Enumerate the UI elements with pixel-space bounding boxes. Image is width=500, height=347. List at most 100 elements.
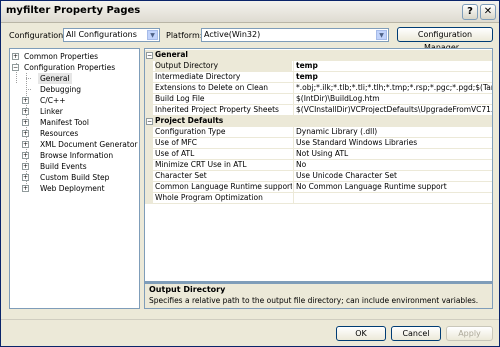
property-value[interactable]: Not Using ATL: [296, 149, 492, 159]
property-row-inherited-property-sheets[interactable]: Inherited Project Property Sheets $(VCIn…: [145, 105, 492, 116]
property-value[interactable]: $(IntDir)\BuildLog.htm: [296, 94, 492, 104]
expand-plus-icon[interactable]: +: [12, 53, 19, 60]
row-gutter: [145, 94, 153, 105]
column-divider: [293, 105, 294, 116]
configuration-manager-button[interactable]: Configuration Manager...: [397, 27, 493, 52]
column-divider: [293, 171, 294, 182]
configuration-label: Configuration:: [9, 31, 66, 40]
title-bar: myfilter Property Pages ? ✕: [1, 1, 499, 23]
property-row-minimize-crt[interactable]: Minimize CRT Use in ATL No: [145, 160, 492, 171]
property-row-intermediate-directory[interactable]: Intermediate Directory temp: [145, 72, 492, 83]
expand-plus-icon[interactable]: +: [22, 163, 29, 170]
expand-plus-icon[interactable]: +: [22, 141, 29, 148]
tree-item-label: Resources: [40, 129, 79, 138]
column-divider: [293, 72, 294, 83]
property-row-build-log-file[interactable]: Build Log File $(IntDir)\BuildLog.htm: [145, 94, 492, 105]
property-name: Output Directory: [155, 61, 292, 71]
column-divider: [293, 160, 294, 171]
property-value[interactable]: temp: [296, 61, 492, 71]
tree-item-label: Manifest Tool: [40, 118, 89, 127]
property-value[interactable]: $(VCInstallDir)VCProjectDefaults\Upgrade…: [296, 105, 492, 115]
tree-connector: [26, 89, 31, 90]
close-button[interactable]: ✕: [480, 4, 496, 20]
apply-button[interactable]: Apply: [446, 326, 493, 341]
collapse-minus-icon[interactable]: −: [146, 118, 153, 125]
property-value[interactable]: *.obj;*.ilk;*.tlb;*.tli;*.tlh;*.tmp;*.rs…: [296, 83, 492, 93]
platform-value: Active(Win32): [204, 30, 261, 39]
property-value[interactable]: Use Unicode Character Set: [296, 171, 492, 181]
property-value[interactable]: Use Standard Windows Libraries: [296, 138, 492, 148]
chevron-down-icon: ▼: [147, 30, 158, 40]
expand-plus-icon[interactable]: +: [22, 130, 29, 137]
collapse-minus-icon[interactable]: −: [146, 52, 153, 59]
property-value[interactable]: No: [296, 160, 492, 170]
expand-plus-icon[interactable]: +: [22, 185, 29, 192]
row-gutter: [145, 72, 153, 83]
category-row-general[interactable]: − General: [145, 50, 492, 61]
property-name: Configuration Type: [155, 127, 226, 136]
platform-dropdown[interactable]: Active(Win32) ▼: [201, 28, 389, 42]
expand-plus-icon[interactable]: +: [22, 97, 29, 104]
property-grid: − General Output Directory temp Intermed…: [144, 48, 493, 282]
property-row-configuration-type[interactable]: Configuration Type Dynamic Library (.dll…: [145, 127, 492, 138]
description-panel: Output Directory Specifies a relative pa…: [144, 282, 493, 309]
expand-plus-icon[interactable]: +: [22, 174, 29, 181]
divider: [1, 319, 499, 320]
column-divider: [293, 182, 294, 193]
help-button[interactable]: ?: [462, 4, 478, 20]
tree-item-label: General: [38, 73, 72, 84]
property-name: Build Log File: [155, 94, 205, 103]
tree-item-label: XML Document Generator: [40, 140, 138, 149]
property-value[interactable]: Dynamic Library (.dll): [296, 127, 492, 137]
row-gutter: [145, 138, 153, 149]
property-row-use-of-atl[interactable]: Use of ATL Not Using ATL: [145, 149, 492, 160]
collapse-minus-icon[interactable]: −: [12, 64, 19, 71]
row-gutter: [145, 149, 153, 160]
expand-plus-icon[interactable]: +: [22, 108, 29, 115]
property-name: Inherited Project Property Sheets: [155, 105, 279, 114]
description-text: Specifies a relative path to the output …: [149, 296, 479, 305]
property-name: Use of ATL: [155, 149, 195, 158]
property-tree: + Common Properties − Configuration Prop…: [9, 48, 140, 309]
configuration-dropdown[interactable]: All Configurations ▼: [63, 28, 160, 42]
property-name: Intermediate Directory: [155, 72, 241, 81]
tree-item-label: Custom Build Step: [40, 173, 110, 182]
column-divider: [293, 127, 294, 138]
row-gutter: [145, 193, 153, 204]
column-divider: [293, 61, 294, 72]
row-gutter: [145, 182, 153, 193]
configuration-bar: Configuration: All Configurations ▼ Plat…: [1, 27, 499, 52]
category-row-project-defaults[interactable]: − Project Defaults: [145, 116, 492, 127]
row-gutter: [145, 105, 153, 116]
property-pages-dialog: myfilter Property Pages ? ✕ Configuratio…: [0, 0, 500, 347]
cancel-button[interactable]: Cancel: [391, 326, 441, 341]
description-title: Output Directory: [149, 285, 226, 294]
property-row-use-of-mfc[interactable]: Use of MFC Use Standard Windows Librarie…: [145, 138, 492, 149]
column-divider: [293, 138, 294, 149]
row-gutter: [145, 127, 153, 138]
property-value[interactable]: temp: [296, 72, 492, 82]
property-row-output-directory[interactable]: Output Directory temp: [145, 61, 492, 72]
property-value[interactable]: No Common Language Runtime support: [296, 182, 492, 192]
configuration-value: All Configurations: [66, 30, 137, 39]
row-gutter: [145, 160, 153, 171]
tree-item-label: Browse Information: [40, 151, 114, 160]
window-title: myfilter Property Pages: [6, 5, 141, 16]
property-row-character-set[interactable]: Character Set Use Unicode Character Set: [145, 171, 492, 182]
chevron-down-icon: ▼: [376, 30, 387, 40]
property-row-whole-program-optimization[interactable]: Whole Program Optimization: [145, 193, 492, 204]
tree-connector: [26, 78, 31, 79]
ok-button[interactable]: OK: [336, 326, 386, 341]
property-row-clr-support[interactable]: Common Language Runtime support No Commo…: [145, 182, 492, 193]
platform-label: Platform:: [166, 31, 203, 40]
property-name: Character Set: [155, 171, 207, 180]
tree-item-label: Debugging: [40, 85, 82, 94]
expand-plus-icon[interactable]: +: [22, 152, 29, 159]
column-divider: [293, 149, 294, 160]
expand-plus-icon[interactable]: +: [22, 119, 29, 126]
tree-item-label: Web Deployment: [40, 184, 105, 193]
property-row-extensions-to-delete[interactable]: Extensions to Delete on Clean *.obj;*.il…: [145, 83, 492, 94]
property-name: Minimize CRT Use in ATL: [155, 160, 247, 169]
column-divider: [293, 94, 294, 105]
tree-item-label: C/C++: [40, 96, 66, 105]
